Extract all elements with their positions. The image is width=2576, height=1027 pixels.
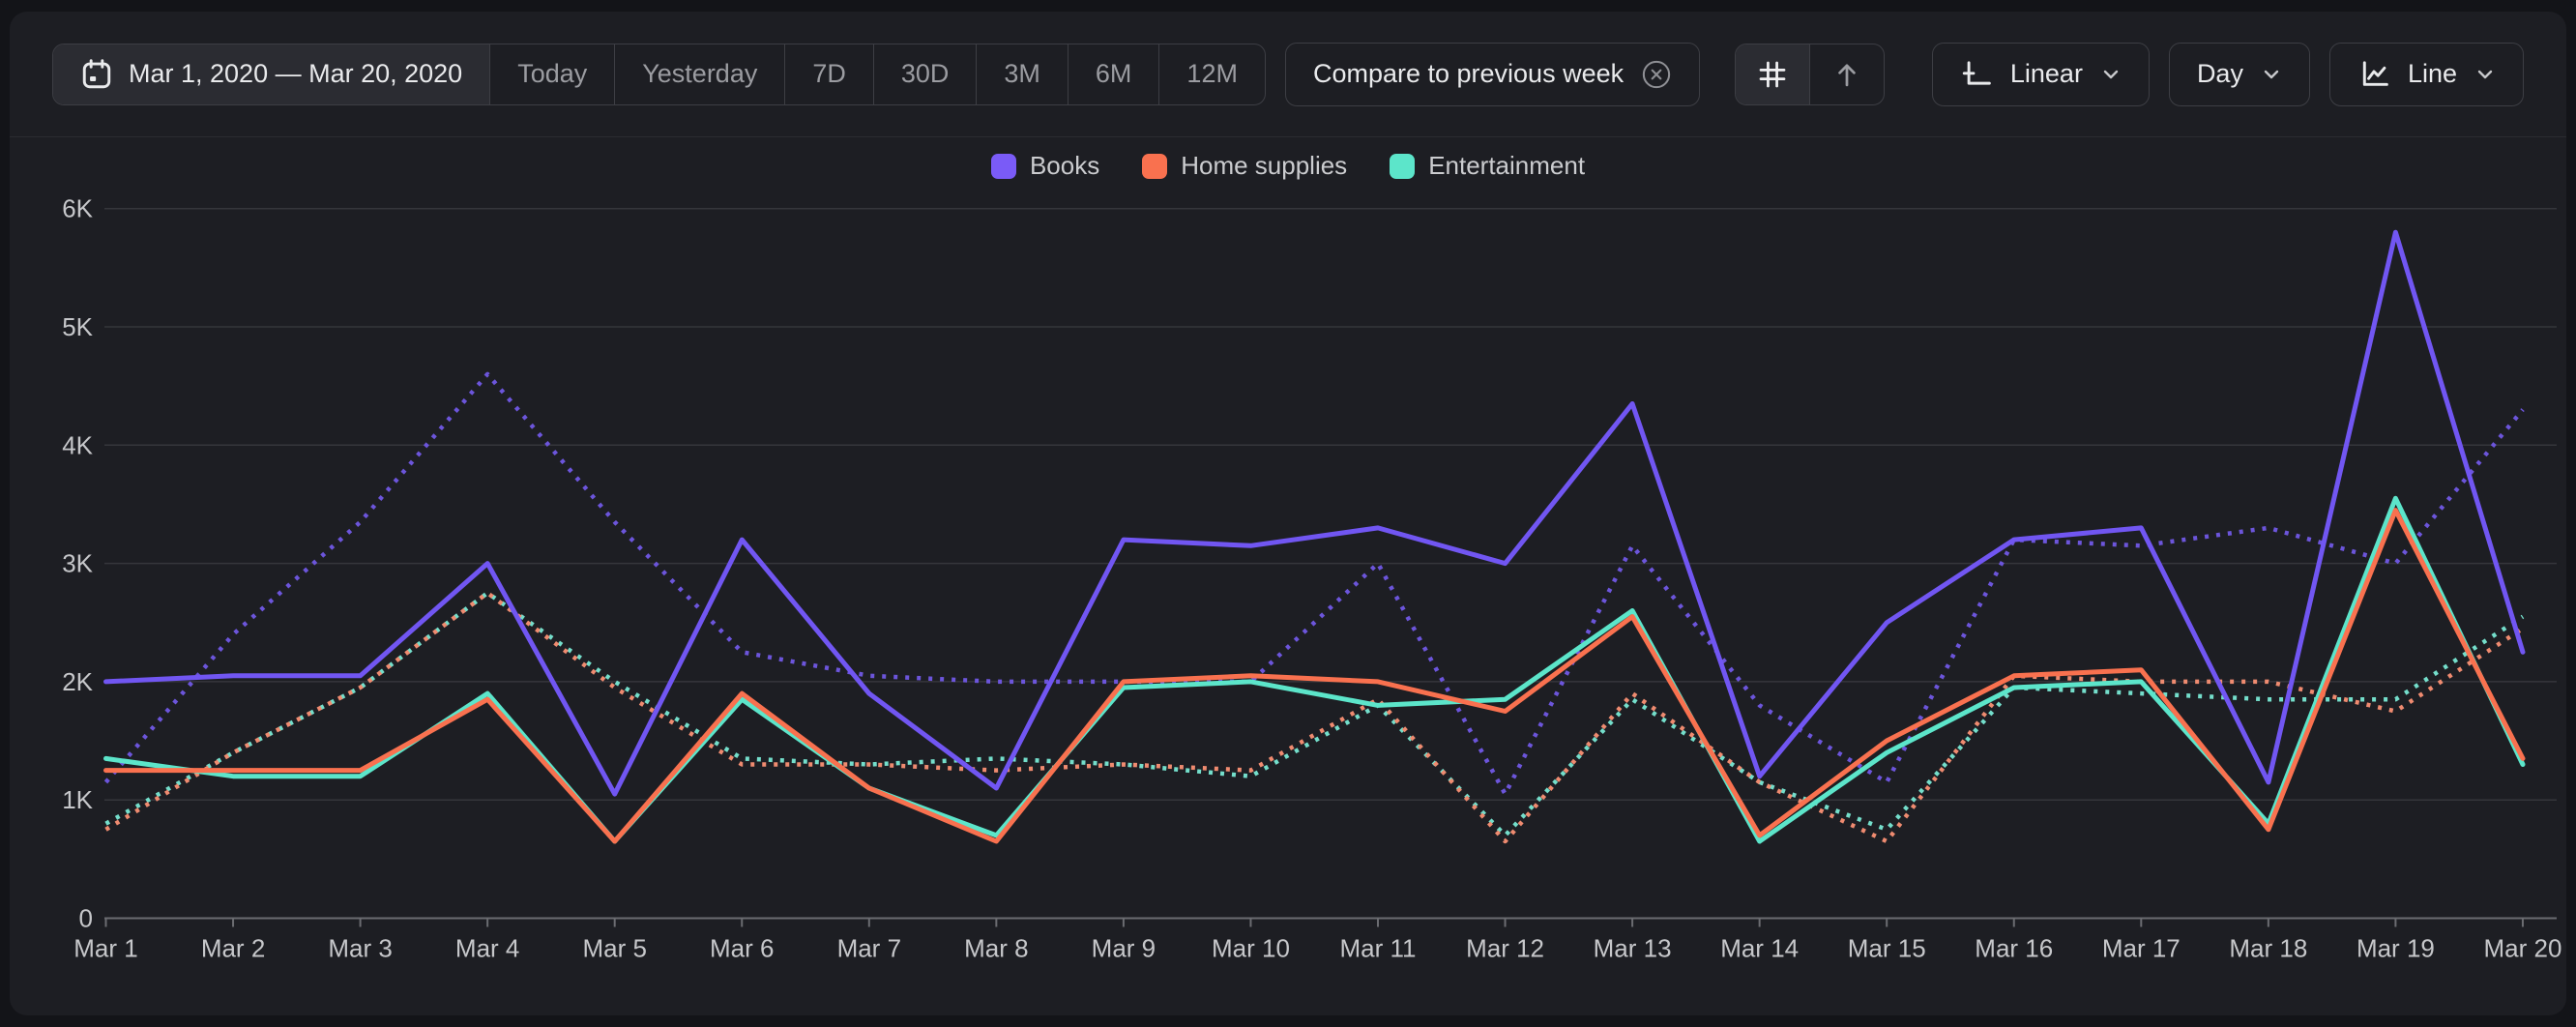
grid-icon [1757, 59, 1788, 90]
svg-text:Mar 1: Mar 1 [73, 934, 137, 963]
preset-6m[interactable]: 6M [1068, 44, 1159, 104]
compare-label: Compare to previous week [1313, 59, 1624, 89]
preset-yesterday[interactable]: Yesterday [614, 44, 784, 104]
upload-button[interactable] [1809, 44, 1884, 104]
svg-text:Mar 5: Mar 5 [582, 934, 646, 963]
svg-text:Mar 18: Mar 18 [2229, 934, 2307, 963]
svg-text:Mar 7: Mar 7 [837, 934, 901, 963]
compare-button[interactable]: Compare to previous week [1285, 43, 1700, 106]
svg-text:6K: 6K [62, 194, 93, 223]
line-chart[interactable]: 0 1K 2K 3K 4K 5K 6K Mar 1 Mar 2 Mar 3 Mar 4 Mar 5 Ma… [10, 137, 2566, 1014]
chart-options: Linear Day [1932, 43, 2524, 106]
svg-text:Mar 17: Mar 17 [2102, 934, 2181, 963]
svg-text:2K: 2K [62, 667, 93, 696]
legend-item-books[interactable]: Books [991, 151, 1099, 181]
preset-12m[interactable]: 12M [1158, 44, 1265, 104]
svg-text:Mar 20: Mar 20 [2483, 934, 2561, 963]
legend-item-entertainment[interactable]: Entertainment [1390, 151, 1585, 181]
analytics-card: Mar 1, 2020 — Mar 20, 2020 Today Yesterd… [10, 12, 2566, 1015]
calendar-icon [80, 58, 113, 91]
scale-select[interactable]: Linear [1932, 43, 2150, 106]
svg-text:Mar 15: Mar 15 [1848, 934, 1926, 963]
svg-text:Mar 13: Mar 13 [1594, 934, 1672, 963]
home-supplies-swatch [1142, 154, 1167, 179]
svg-text:Mar 2: Mar 2 [201, 934, 265, 963]
svg-text:3K: 3K [62, 549, 93, 578]
svg-text:Mar 16: Mar 16 [1975, 934, 2053, 963]
chart-type-label: Line [2408, 59, 2457, 89]
svg-text:1K: 1K [62, 785, 93, 814]
legend-label: Books [1030, 151, 1099, 181]
legend-label: Entertainment [1428, 151, 1585, 181]
legend-label: Home supplies [1181, 151, 1347, 181]
date-range-label: Mar 1, 2020 — Mar 20, 2020 [129, 59, 462, 89]
chevron-down-icon [2474, 64, 2496, 85]
date-range-group: Mar 1, 2020 — Mar 20, 2020 Today Yesterd… [52, 44, 1266, 105]
preset-today[interactable]: Today [489, 44, 614, 104]
chevron-down-icon [2100, 64, 2122, 85]
close-circle-icon[interactable] [1641, 59, 1672, 90]
scale-label: Linear [2010, 59, 2083, 89]
entertainment-swatch [1390, 154, 1415, 179]
preset-7d[interactable]: 7D [784, 44, 873, 104]
grid-toggle-button[interactable] [1736, 44, 1809, 104]
line-chart-icon [2357, 58, 2390, 91]
display-toggle-group [1735, 44, 1885, 105]
preset-3m[interactable]: 3M [976, 44, 1068, 104]
arrow-up-icon [1831, 59, 1862, 90]
svg-text:Mar 3: Mar 3 [328, 934, 392, 963]
legend: Books Home supplies Entertainment [10, 151, 2566, 181]
svg-text:Mar 4: Mar 4 [455, 934, 519, 963]
svg-text:Mar 12: Mar 12 [1466, 934, 1544, 963]
svg-text:Mar 6: Mar 6 [710, 934, 774, 963]
books-swatch [991, 154, 1016, 179]
preset-30d[interactable]: 30D [873, 44, 977, 104]
svg-text:5K: 5K [62, 312, 93, 341]
toolbar: Mar 1, 2020 — Mar 20, 2020 Today Yesterd… [10, 12, 2566, 137]
chevron-down-icon [2261, 64, 2282, 85]
svg-text:Mar 9: Mar 9 [1092, 934, 1156, 963]
svg-text:Mar 19: Mar 19 [2356, 934, 2435, 963]
granularity-label: Day [2197, 59, 2243, 89]
axes-icon [1960, 58, 1993, 91]
legend-item-home-supplies[interactable]: Home supplies [1142, 151, 1347, 181]
svg-text:0: 0 [79, 904, 93, 933]
svg-text:Mar 11: Mar 11 [1340, 934, 1417, 963]
chart-type-select[interactable]: Line [2329, 43, 2524, 106]
svg-text:Mar 10: Mar 10 [1212, 934, 1290, 963]
svg-text:Mar 8: Mar 8 [964, 934, 1028, 963]
svg-text:4K: 4K [62, 430, 93, 459]
svg-text:Mar 14: Mar 14 [1720, 934, 1799, 963]
date-range-button[interactable]: Mar 1, 2020 — Mar 20, 2020 [53, 44, 489, 104]
granularity-select[interactable]: Day [2169, 43, 2310, 106]
chart-region: Books Home supplies Entertainment 0 1K 2K 3… [10, 137, 2566, 1014]
